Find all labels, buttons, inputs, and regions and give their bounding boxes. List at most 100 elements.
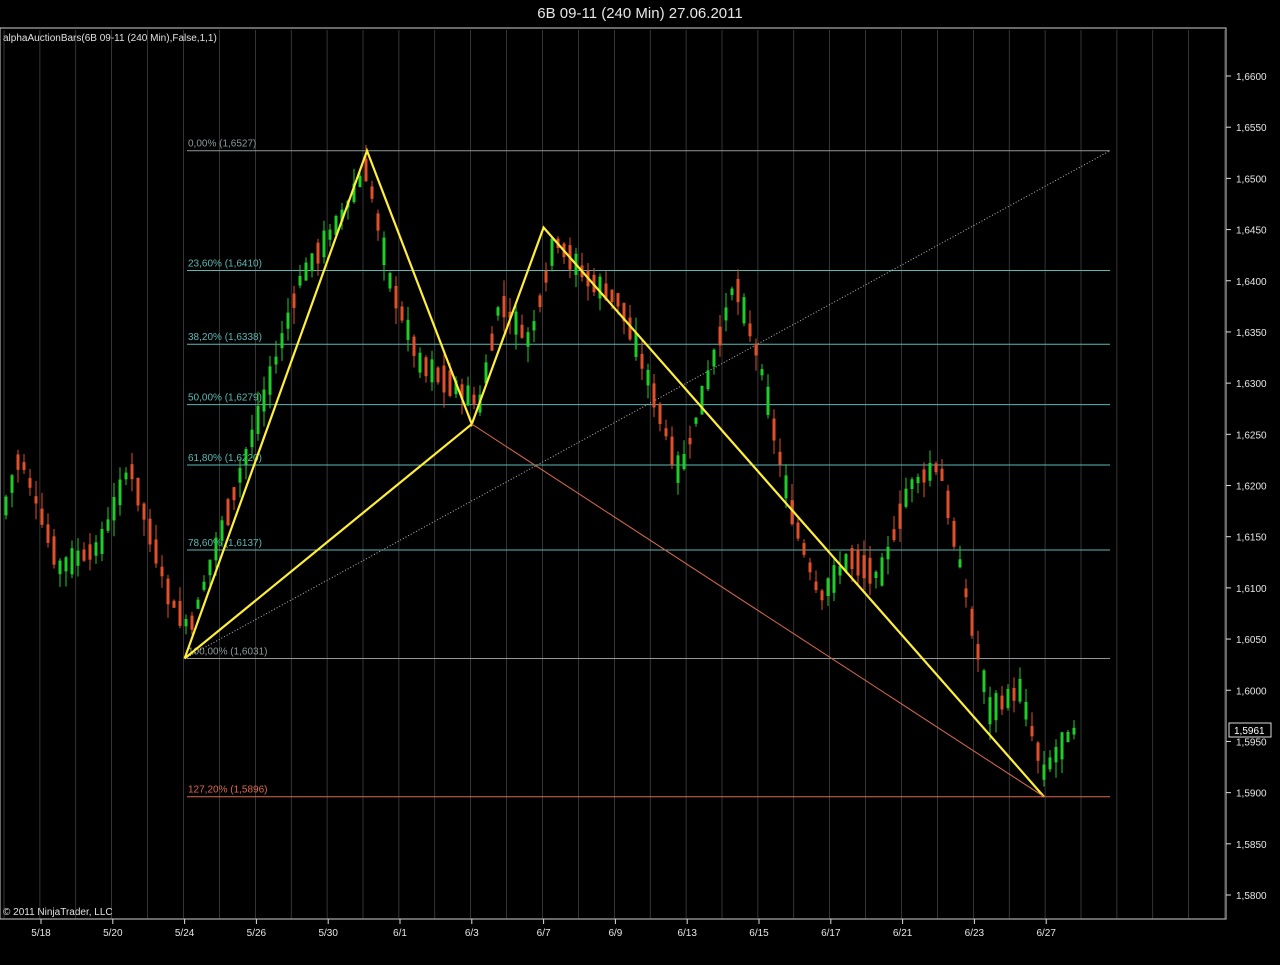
candle xyxy=(868,546,872,596)
candle xyxy=(76,538,80,577)
candle xyxy=(52,529,56,569)
candle xyxy=(268,355,272,409)
candle xyxy=(790,483,794,526)
candle xyxy=(82,542,86,563)
x-tick-label: 5/30 xyxy=(318,928,338,939)
candle xyxy=(718,315,722,357)
y-tick-label: 1,6050 xyxy=(1236,635,1267,646)
candle xyxy=(736,269,740,315)
candle xyxy=(130,452,134,492)
candle xyxy=(712,348,716,375)
candle xyxy=(916,473,920,494)
candle xyxy=(532,309,536,343)
x-tick-label: 6/23 xyxy=(965,928,985,939)
candle xyxy=(664,419,668,441)
candle xyxy=(862,540,866,591)
candle xyxy=(748,310,752,342)
y-tick-label: 1,6600 xyxy=(1236,72,1267,83)
candle xyxy=(472,386,476,410)
candle xyxy=(1018,667,1022,704)
candle xyxy=(1048,750,1052,773)
candle xyxy=(166,574,170,618)
candle xyxy=(946,484,950,525)
candle xyxy=(262,376,266,427)
candle xyxy=(58,558,62,587)
candle xyxy=(880,553,884,587)
time-axis: 5/18 5/20 5/24 5/26 5/30 6/1 6/3 6/7 6/9 6/13 6/15… xyxy=(31,919,1056,939)
candle xyxy=(118,467,122,516)
candle xyxy=(580,252,584,282)
candle xyxy=(232,486,236,511)
candle xyxy=(34,480,38,520)
candle xyxy=(1054,739,1058,778)
y-tick-label: 1,6500 xyxy=(1236,174,1267,185)
candle xyxy=(826,577,830,606)
candle xyxy=(760,363,764,381)
candlestick-series xyxy=(4,144,1076,787)
candle xyxy=(442,353,446,408)
candle xyxy=(958,545,962,569)
candle xyxy=(64,556,68,587)
candle xyxy=(1036,740,1040,774)
candle xyxy=(886,535,890,575)
candle xyxy=(778,438,782,477)
candle xyxy=(634,317,638,361)
candle xyxy=(1072,720,1076,740)
candle xyxy=(982,668,986,705)
candle xyxy=(280,320,284,361)
candle xyxy=(502,280,506,332)
candle xyxy=(406,306,410,352)
candle xyxy=(1030,712,1034,742)
candle xyxy=(658,402,662,432)
candle xyxy=(796,516,800,542)
candle xyxy=(382,231,386,281)
fib-level-label: 23,60% (1,6410) xyxy=(188,259,262,270)
candle xyxy=(988,686,992,741)
fib-level-label: 0,00% (1,6527) xyxy=(188,139,256,150)
candle xyxy=(856,543,860,587)
candle xyxy=(178,587,182,629)
candle xyxy=(100,521,104,562)
candle xyxy=(298,264,302,289)
y-tick-label: 1,5800 xyxy=(1236,891,1267,902)
x-tick-label: 5/20 xyxy=(103,928,123,939)
candle xyxy=(376,209,380,241)
candle xyxy=(772,409,776,454)
y-tick-label: 1,5850 xyxy=(1236,840,1267,851)
candle xyxy=(244,447,248,480)
candle xyxy=(292,285,296,325)
candle xyxy=(682,440,686,471)
candle xyxy=(1000,686,1004,716)
candle xyxy=(592,267,596,296)
candle xyxy=(928,450,932,487)
price-axis: 1,5800 1,5850 1,5900 1,5950 1,6000 1,6050 1,61… xyxy=(1226,72,1267,902)
candle xyxy=(586,262,590,301)
candle xyxy=(730,286,734,301)
candle xyxy=(1060,731,1064,774)
candle xyxy=(754,338,758,371)
x-tick-label: 6/13 xyxy=(677,928,697,939)
candle xyxy=(514,302,518,350)
candle xyxy=(304,257,308,281)
candle xyxy=(676,451,680,495)
price-chart[interactable]: 0,00% (1,6527) 23,60% (1,6410) 38,20% (1,6… xyxy=(0,0,1280,965)
candle xyxy=(322,220,326,264)
y-tick-label: 1,6350 xyxy=(1236,328,1267,339)
y-tick-label: 1,6400 xyxy=(1236,277,1267,288)
candle xyxy=(40,492,44,528)
candle xyxy=(538,293,542,313)
candle xyxy=(640,339,644,381)
candle xyxy=(46,513,50,548)
candle xyxy=(526,327,530,363)
candle xyxy=(94,535,98,564)
candle xyxy=(370,180,374,203)
x-tick-label: 6/15 xyxy=(749,928,769,939)
candle xyxy=(418,347,422,379)
candle xyxy=(934,461,938,476)
candle xyxy=(148,509,152,553)
x-tick-label: 5/26 xyxy=(247,928,267,939)
candle xyxy=(388,271,392,292)
last-price-label: 1,5961 xyxy=(1234,726,1265,737)
x-tick-label: 5/18 xyxy=(31,928,51,939)
candle xyxy=(136,477,140,512)
